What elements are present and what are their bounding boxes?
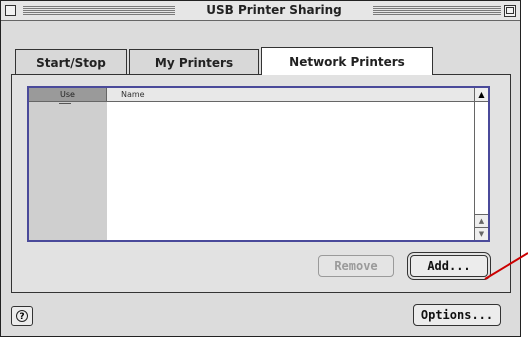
remove-button[interactable]: Remove	[318, 255, 394, 277]
column-header-use[interactable]: Use	[29, 88, 107, 101]
help-button[interactable]: ?	[11, 306, 33, 326]
scrollbar-top-icon[interactable]: ▲	[475, 88, 488, 102]
use-column-marker	[59, 103, 71, 104]
title-bar-stripes	[23, 6, 175, 15]
window-title: USB Printer Sharing	[177, 3, 371, 17]
column-header-name[interactable]: Name	[121, 88, 145, 101]
tab-my-printers[interactable]: My Printers	[129, 49, 259, 75]
list-scrollbar[interactable]: ▲ ▲ ▼	[474, 88, 488, 240]
tab-network-printers[interactable]: Network Printers	[261, 47, 433, 75]
scroll-up-arrow-icon[interactable]: ▲	[475, 214, 488, 227]
zoom-box-icon[interactable]	[504, 5, 516, 17]
tab-label: My Printers	[154, 55, 234, 70]
help-icon: ?	[16, 310, 28, 322]
network-printers-panel: Use Name ▲ ▲ ▼ Remove Add...	[11, 74, 511, 293]
title-bar[interactable]: USB Printer Sharing	[1, 1, 520, 21]
add-button[interactable]: Add...	[410, 255, 488, 277]
title-bar-stripes	[373, 6, 501, 15]
use-column	[29, 102, 107, 240]
tab-label: Start/Stop	[36, 55, 106, 70]
scroll-down-arrow-icon[interactable]: ▼	[475, 227, 488, 240]
printer-list[interactable]: Use Name ▲ ▲ ▼	[27, 86, 490, 242]
list-header: Use Name	[29, 88, 488, 102]
close-box-icon[interactable]	[5, 5, 16, 16]
options-button[interactable]: Options...	[413, 304, 501, 326]
tab-label: Network Printers	[289, 54, 405, 69]
printer-sharing-window: USB Printer Sharing Start/Stop My Printe…	[0, 0, 521, 337]
tab-start-stop[interactable]: Start/Stop	[15, 49, 127, 75]
